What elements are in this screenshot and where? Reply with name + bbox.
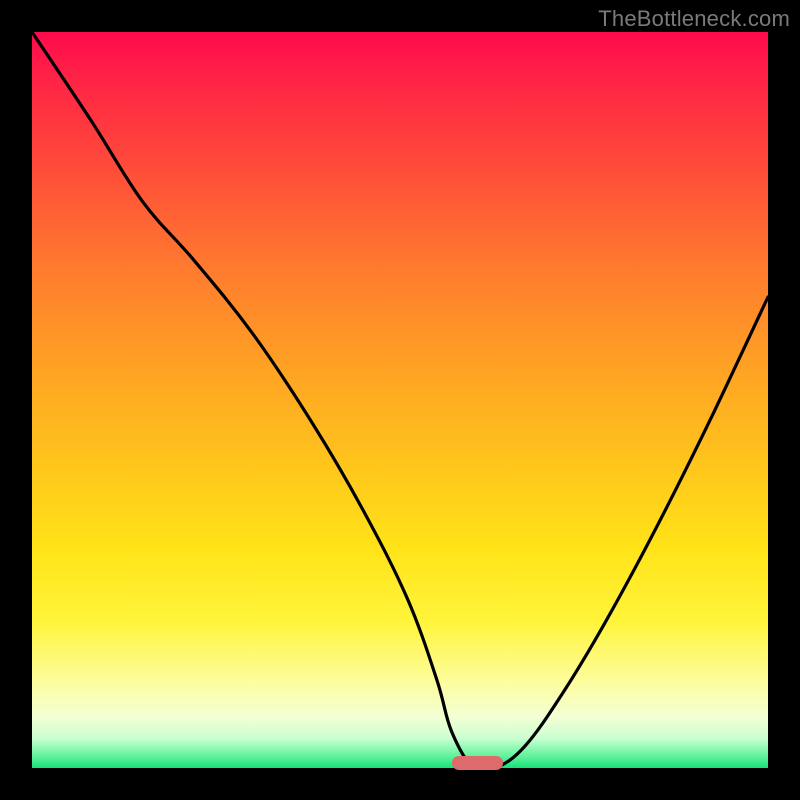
chart-frame: TheBottleneck.com	[0, 0, 800, 800]
bottleneck-marker	[452, 756, 504, 770]
watermark-text: TheBottleneck.com	[598, 6, 790, 32]
bottleneck-curve	[32, 32, 768, 768]
plot-area	[32, 32, 768, 768]
